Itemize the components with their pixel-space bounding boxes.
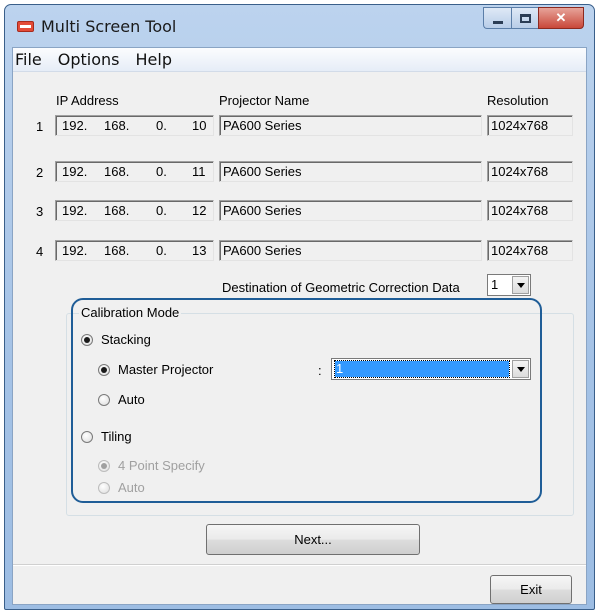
- client-area: File Options Help IP Address Projector N…: [12, 47, 587, 605]
- four-point-specify-radio[interactable]: 4 Point Specify: [98, 458, 205, 473]
- resolution-field[interactable]: 1024x768: [487, 200, 573, 221]
- resolution-field[interactable]: 1024x768: [487, 161, 573, 182]
- ip-address-field[interactable]: 192. 168. 0. 10: [55, 115, 214, 136]
- master-projector-value: 1: [334, 360, 510, 378]
- close-icon: ✕: [555, 10, 567, 25]
- stacking-auto-radio[interactable]: Auto: [98, 392, 145, 407]
- tiling-radio[interactable]: Tiling: [81, 429, 132, 444]
- radio-unselected-icon: [98, 481, 110, 494]
- projector-name-field[interactable]: PA600 Series: [219, 115, 482, 136]
- caption-buttons: ✕: [483, 7, 584, 29]
- resolution-field[interactable]: 1024x768: [487, 240, 573, 261]
- menu-file[interactable]: File: [13, 50, 50, 69]
- menu-bar: File Options Help: [13, 48, 586, 72]
- resolution-field[interactable]: 1024x768: [487, 115, 573, 136]
- radio-selected-icon: [98, 459, 110, 472]
- projector-name-field[interactable]: PA600 Series: [219, 200, 482, 221]
- destination-value: 1: [491, 277, 499, 292]
- master-colon: :: [318, 363, 322, 378]
- row-number: 3: [36, 204, 44, 219]
- maximize-button[interactable]: [511, 7, 538, 29]
- projector-name-field[interactable]: PA600 Series: [219, 240, 482, 261]
- calibration-mode-legend: Calibration Mode: [79, 305, 182, 320]
- chevron-down-icon[interactable]: [512, 276, 529, 294]
- row-number: 1: [36, 119, 44, 134]
- master-projector-radio[interactable]: Master Projector: [98, 362, 213, 377]
- ip-address-field[interactable]: 192. 168. 0. 13: [55, 240, 214, 261]
- minimize-icon: [492, 20, 503, 24]
- app-icon: [17, 21, 34, 32]
- maximize-icon: [519, 13, 531, 23]
- menu-options[interactable]: Options: [50, 50, 128, 69]
- master-projector-select[interactable]: 1: [331, 358, 531, 380]
- ip-address-field[interactable]: 192. 168. 0. 12: [55, 200, 214, 221]
- divider: [13, 564, 586, 566]
- header-projector-name: Projector Name: [219, 93, 310, 108]
- header-resolution: Resolution: [487, 93, 549, 108]
- radio-unselected-icon: [98, 393, 110, 406]
- radio-unselected-icon: [81, 430, 93, 443]
- row-number: 2: [36, 165, 44, 180]
- destination-select[interactable]: 1: [487, 274, 531, 296]
- header-ip-address: IP Address: [56, 93, 119, 108]
- destination-label: Destination of Geometric Correction Data: [222, 280, 460, 295]
- next-button[interactable]: Next...: [206, 524, 420, 555]
- menu-help[interactable]: Help: [128, 50, 180, 69]
- exit-button[interactable]: Exit: [490, 575, 572, 604]
- minimize-button[interactable]: [483, 7, 511, 29]
- row-number: 4: [36, 244, 44, 259]
- projector-name-field[interactable]: PA600 Series: [219, 161, 482, 182]
- chevron-down-icon[interactable]: [512, 360, 529, 378]
- ip-address-field[interactable]: 192. 168. 0. 11: [55, 161, 214, 182]
- title-bar[interactable]: Multi Screen Tool ✕: [5, 5, 594, 47]
- window-title: Multi Screen Tool: [41, 17, 177, 36]
- radio-selected-icon: [98, 363, 110, 376]
- stacking-radio[interactable]: Stacking: [81, 332, 151, 347]
- close-button[interactable]: ✕: [538, 7, 584, 29]
- tiling-auto-radio[interactable]: Auto: [98, 480, 145, 495]
- app-window: Multi Screen Tool ✕ File Options Help IP…: [4, 4, 595, 610]
- radio-selected-icon: [81, 333, 93, 346]
